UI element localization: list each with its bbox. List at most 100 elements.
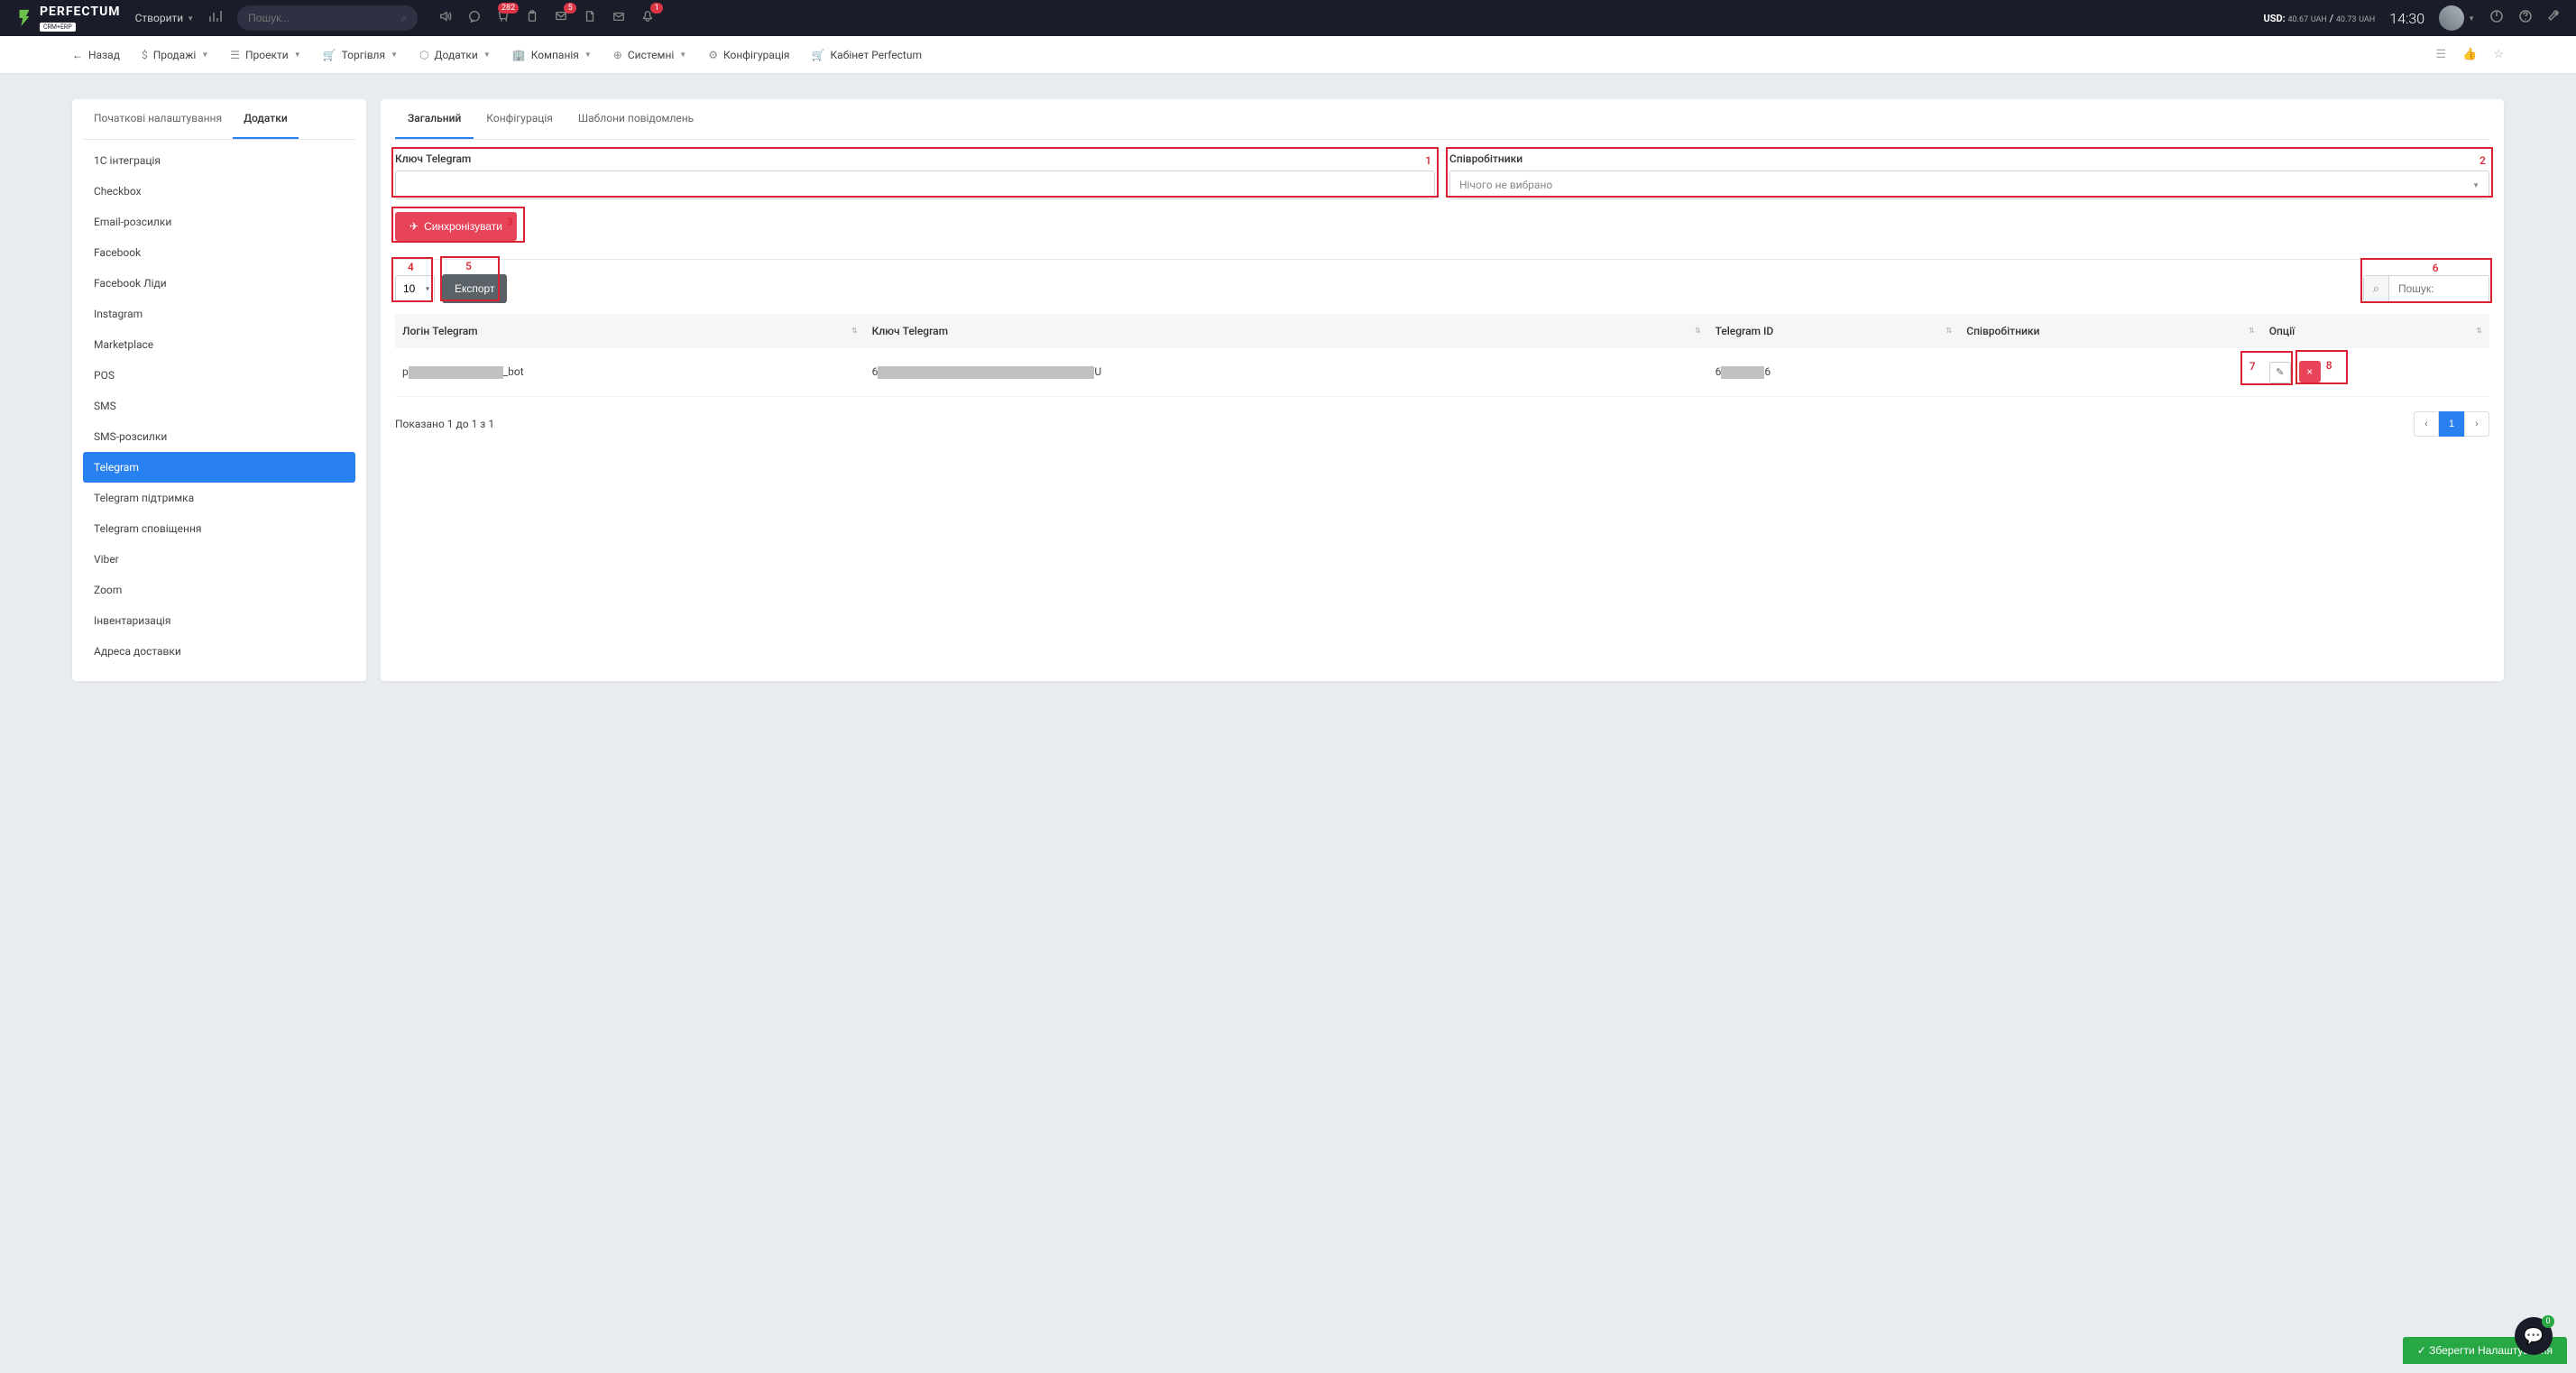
chevron-down-icon: ▼ [483,51,491,59]
result-text: Показано 1 до 1 з 1 [395,418,494,430]
chat-fab[interactable]: 💬 0 [2515,1317,2553,1355]
nav-trade[interactable]: 🛒Торгівля▼ [323,49,398,61]
mail-icon[interactable] [612,10,625,26]
sort-icon: ⇅ [2249,328,2255,334]
layers-action-icon[interactable]: ☰ [2436,48,2447,61]
page-next[interactable]: › [2464,411,2489,437]
annotation-6: 6 [2433,262,2439,274]
sort-icon: ⇅ [1695,328,1701,334]
chevron-down-icon: ▼ [2468,14,2475,23]
chevron-down-icon: ▼ [679,51,686,59]
telegram-table: Логін Telegram⇅ Ключ Telegram⇅ Telegram … [395,314,2489,397]
search-input[interactable] [248,12,400,24]
sidebar-item[interactable]: 1С інтеграція [83,145,355,176]
messages-icon[interactable]: 5 [555,10,567,26]
global-search[interactable]: ⌕ [237,5,418,31]
cart-icon[interactable]: 282 [497,10,510,26]
package-icon: ⬡ [419,49,428,61]
edit-button[interactable]: ✎ [2269,362,2291,383]
table-row: p_bot 6U 66 ✎ 7 × 8 [395,348,2489,396]
sync-button[interactable]: ✈ Синхронізувати [395,212,517,241]
sidebar-item[interactable]: Адреса доставки [83,636,355,667]
building-icon: 🏢 [512,49,526,61]
nav-sales[interactable]: $Продажі▼ [142,49,208,61]
telegram-key-input[interactable] [395,170,1435,199]
search-icon: ⌕ [2364,276,2389,301]
sidebar-item[interactable]: Instagram [83,299,355,329]
tab-templates[interactable]: Шаблони повідомлень [566,99,706,139]
staff-placeholder: Нічого не вибрано [1459,179,1552,191]
fab-badge: 0 [2542,1315,2554,1328]
table-search-input[interactable] [2389,282,2489,295]
tab-general[interactable]: Загальний [395,99,474,139]
currency-display: USD: 40.67 UAH / 40.73 UAH [2263,13,2375,24]
avatar [2439,5,2464,31]
delete-button[interactable]: × [2299,361,2321,382]
wrench-icon[interactable] [2547,9,2562,27]
help-icon[interactable] [2518,9,2533,27]
page-1[interactable]: 1 [2439,411,2464,437]
user-menu[interactable]: ▼ [2439,5,2475,31]
document-icon[interactable] [584,10,596,26]
chat-icon[interactable] [468,10,481,26]
sort-icon: ⇅ [1946,328,1953,334]
top-header: PERFECTUM CRM+ERP Створити ▼ ⌕ 282 5 1 U… [0,0,2576,36]
clipboard-icon[interactable] [526,10,538,26]
sidebar-item[interactable]: Zoom [83,575,355,605]
col-tid[interactable]: Telegram ID⇅ [1708,314,1960,348]
stats-icon[interactable] [208,9,223,27]
nav-addons[interactable]: ⬡Додатки▼ [419,49,491,61]
dollar-icon: $ [142,49,148,61]
nav-system[interactable]: ⊕Системні▼ [613,49,686,61]
sidebar-item[interactable]: Facebook Ліди [83,268,355,299]
col-staff[interactable]: Співробітники⇅ [1959,314,2262,348]
clock: 14:30 [2389,10,2424,27]
sidebar-item[interactable]: SMS [83,391,355,421]
cart-icon: 🛒 [812,49,825,61]
col-login[interactable]: Логін Telegram⇅ [395,314,865,348]
star-icon[interactable]: ☆ [2493,48,2504,61]
sidebar-item[interactable]: Telegram [83,452,355,483]
sound-icon[interactable] [439,10,452,26]
sidebar-item[interactable]: Facebook [83,237,355,268]
nav-config[interactable]: ⚙Конфігурація [708,49,789,61]
sidebar-item[interactable]: Telegram сповіщення [83,513,355,544]
cell-options: ✎ 7 × 8 [2262,348,2489,396]
sidebar-item[interactable]: Marketplace [83,329,355,360]
nav-cabinet[interactable]: 🛒Кабінет Perfectum [812,49,922,61]
table-search[interactable]: ⌕ 6 [2363,275,2489,302]
tab-addons[interactable]: Додатки [233,99,299,139]
sidebar-item[interactable]: Viber [83,544,355,575]
sidebar-item[interactable]: Інвентаризація [83,605,355,636]
tab-initial-settings[interactable]: Початкові налаштування [83,99,233,139]
logo-subtext: CRM+ERP [40,23,76,32]
sidebar-item[interactable]: SMS-розсилки [83,421,355,452]
thumbs-up-icon[interactable]: 👍 [2462,48,2477,61]
messages-badge: 5 [564,3,576,14]
nav-projects[interactable]: ☰Проекти▼ [230,49,300,61]
nav-back[interactable]: ←Назад [72,49,120,61]
nav-company[interactable]: 🏢Компанія▼ [512,49,592,61]
logo[interactable]: PERFECTUM CRM+ERP [14,5,121,32]
sidebar-item[interactable]: Telegram підтримка [83,483,355,513]
bell-icon[interactable]: 1 [641,10,654,26]
power-icon[interactable] [2489,9,2504,27]
sidebar-item[interactable]: Checkbox [83,176,355,207]
export-button[interactable]: Експорт [442,274,507,303]
sidebar-item[interactable]: Email-розсилки [83,207,355,237]
col-key[interactable]: Ключ Telegram⇅ [865,314,1708,348]
col-options[interactable]: Опції⇅ [2262,314,2489,348]
pagesize-select[interactable]: 10 [395,275,435,302]
chevron-down-icon: ▼ [2472,181,2479,189]
annotation-5: 5 [465,260,472,272]
cell-tid: 66 [1708,348,1960,396]
page-prev[interactable]: ‹ [2414,411,2439,437]
sidebar-item[interactable]: POS [83,360,355,391]
tab-configuration[interactable]: Конфігурація [474,99,566,139]
staff-select[interactable]: Нічого не вибрано ▼ [1449,170,2489,199]
logo-icon [14,8,34,28]
chevron-down-icon: ▼ [294,51,301,59]
create-dropdown[interactable]: Створити ▼ [135,12,195,24]
cart-badge: 282 [498,3,519,14]
cart-icon: 🛒 [323,49,336,61]
